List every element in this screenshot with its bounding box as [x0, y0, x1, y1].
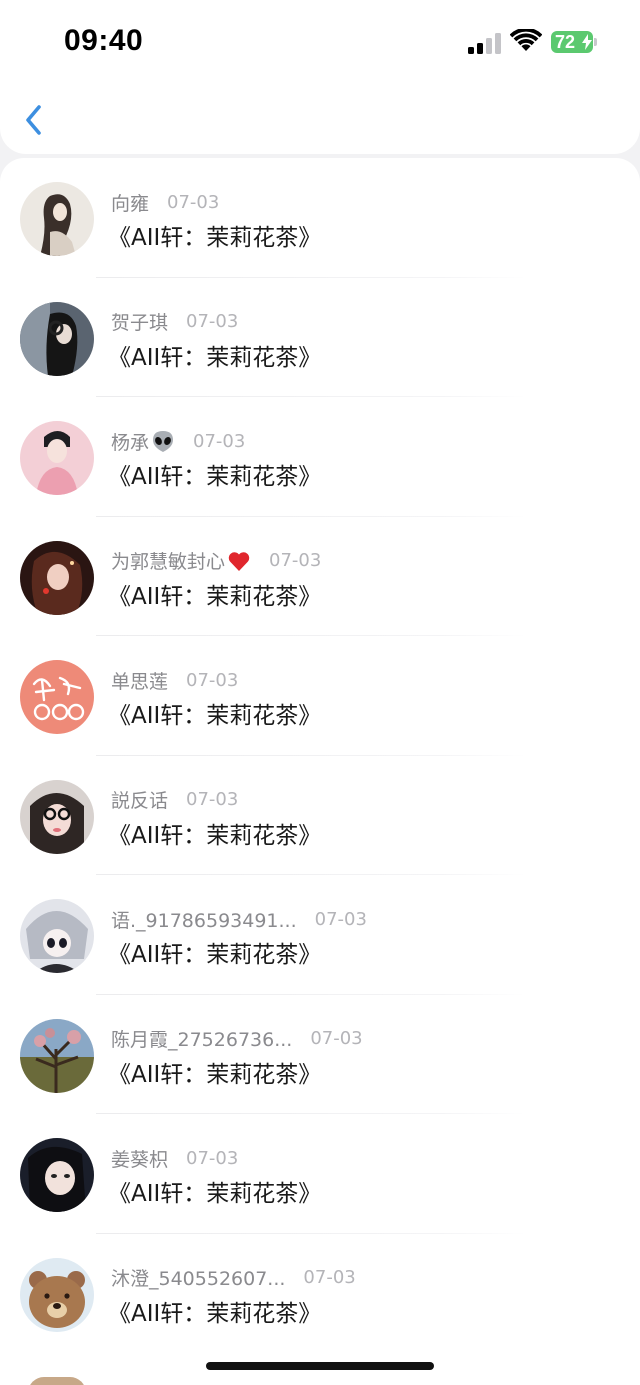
message-preview: 《AII轩：茉莉花茶》: [108, 1061, 322, 1088]
alien-emoji-icon: [153, 431, 174, 452]
sender-name: 説反话: [111, 790, 169, 812]
home-indicator[interactable]: [206, 1362, 434, 1370]
message-date: 07-03: [269, 550, 322, 571]
top-bar: 09:40 72: [0, 0, 640, 154]
message-date: 07-03: [186, 1147, 239, 1169]
cellular-signal-icon: [468, 33, 501, 54]
avatar[interactable]: [20, 182, 94, 256]
list-item[interactable]: 单思莲 07-03 《AII轩：茉莉花茶》: [0, 636, 640, 756]
battery-cap: [594, 38, 597, 46]
avatar[interactable]: [20, 1257, 94, 1332]
message-date: 07-03: [167, 191, 220, 213]
red-heart-emoji-icon: [228, 551, 250, 571]
battery-indicator: 72: [551, 31, 593, 53]
message-preview: 《AII轩：茉莉花茶》: [108, 583, 322, 610]
avatar[interactable]: [20, 421, 94, 495]
partial-avatar: [28, 1377, 86, 1385]
sender-name: 姜葵枳: [111, 1148, 169, 1171]
list-item[interactable]: 姜葵枳 07-03 《AII轩：茉莉花茶》: [0, 1114, 640, 1234]
avatar[interactable]: [20, 301, 94, 376]
list-item[interactable]: 陈月霞_27526736... 07-03 《AII轩：茉莉花茶》: [0, 995, 640, 1114]
message-preview: 《AII轩：茉莉花茶》: [108, 1181, 322, 1207]
sender-name: 单思莲: [111, 670, 169, 693]
avatar[interactable]: [20, 1138, 94, 1212]
message-date: 07-03: [193, 430, 246, 452]
list-item[interactable]: 贺子琪 07-03 《AII轩：茉莉花茶》: [0, 278, 640, 397]
message-date: 07-03: [186, 669, 239, 691]
list-item[interactable]: 杨承 07-03 《AII轩：茉莉花茶》: [0, 397, 640, 517]
wifi-icon: [510, 29, 542, 51]
status-time: 09:40: [64, 24, 144, 57]
message-preview: 《AII轩：茉莉花茶》: [108, 703, 322, 729]
message-preview: 《AII轩：茉莉花茶》: [108, 464, 322, 490]
avatar[interactable]: [20, 540, 94, 615]
sender-name: 向雍: [111, 192, 150, 215]
message-list: 向雍 07-03 《AII轩：茉莉花茶》 贺子琪 07-03 《AII轩：茉莉花…: [0, 158, 640, 1385]
message-date: 07-03: [310, 1028, 363, 1049]
list-item[interactable]: 为郭慧敏封心 07-03 《AII轩：茉莉花茶》: [0, 517, 640, 636]
message-date: 07-03: [314, 908, 367, 930]
message-preview: 《AII轩：茉莉花茶》: [108, 344, 322, 371]
avatar[interactable]: [20, 899, 94, 973]
charging-bolt-icon: [582, 34, 592, 50]
message-date: 07-03: [303, 1267, 356, 1288]
sender-name: 陈月霞_27526736...: [111, 1029, 293, 1051]
avatar[interactable]: [20, 1018, 94, 1093]
battery-level: 72: [555, 32, 576, 52]
sender-name: 沐澄_540552607...: [111, 1268, 286, 1290]
list-item[interactable]: 説反话 07-03 《AII轩：茉莉花茶》: [0, 756, 640, 875]
sender-name: 为郭慧敏封心: [111, 551, 226, 573]
avatar[interactable]: [20, 660, 94, 734]
list-item[interactable]: 沐澄_540552607... 07-03 《AII轩：茉莉花茶》: [0, 1234, 640, 1354]
message-preview: 《AII轩：茉莉花茶》: [108, 1300, 322, 1327]
avatar[interactable]: [20, 779, 94, 854]
message-preview: 《AII轩：茉莉花茶》: [108, 822, 322, 849]
sender-name: 贺子琪: [111, 312, 169, 334]
message-preview: 《AII轩：茉莉花茶》: [108, 942, 322, 968]
message-date: 07-03: [186, 789, 239, 810]
message-preview: 《AII轩：茉莉花茶》: [108, 225, 322, 251]
message-date: 07-03: [186, 311, 239, 332]
sender-name: 杨承: [111, 431, 150, 454]
list-item[interactable]: 向雍 07-03 《AII轩：茉莉花茶》: [0, 158, 640, 278]
sender-name: 语._91786593491...: [111, 909, 297, 932]
back-chevron-icon[interactable]: [20, 102, 50, 140]
list-item[interactable]: 语._91786593491... 07-03 《AII轩：茉莉花茶》: [0, 875, 640, 995]
